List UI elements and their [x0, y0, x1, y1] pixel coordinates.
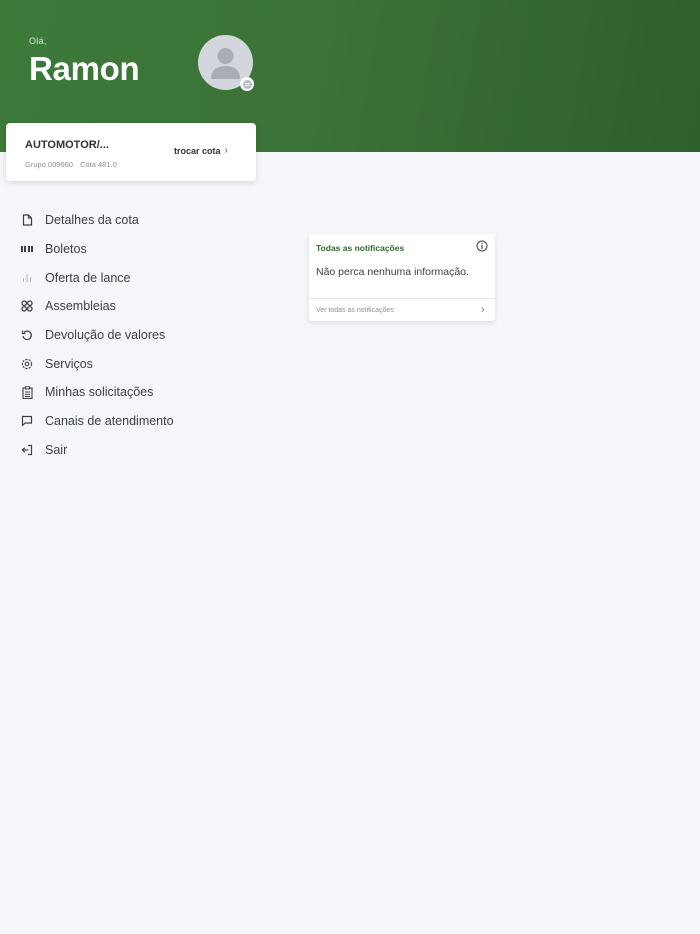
- menu-item-label: Minhas solicitações: [45, 385, 154, 400]
- switch-quota-link[interactable]: trocar cota ›: [174, 145, 228, 156]
- quota-meta: Grupo 009660 Cota 481.0: [25, 160, 117, 169]
- menu-item-detalhes-da-cota[interactable]: Detalhes da cota: [20, 206, 174, 235]
- chevron-right-icon: ›: [224, 145, 228, 156]
- notifications-title: Todas as notificações: [316, 243, 405, 253]
- menu-item-boletos[interactable]: Boletos: [20, 235, 174, 264]
- menu-item-devolucao-de-valores[interactable]: Devolução de valores: [20, 321, 174, 350]
- clipboard-icon: [20, 385, 34, 399]
- undo-icon: [20, 328, 34, 342]
- user-name: Ramon: [29, 50, 140, 87]
- menu-item-label: Devolução de valores: [45, 328, 166, 343]
- menu-item-label: Detalhes da cota: [45, 213, 139, 228]
- see-all-notifications-link[interactable]: Ver todas as notificações: [316, 307, 394, 314]
- logout-icon: [20, 443, 34, 457]
- menu-item-label: Serviços: [45, 356, 93, 371]
- menu-item-label: Canais de atendimento: [45, 414, 174, 429]
- group-number: Grupo 009660: [25, 160, 73, 169]
- quota-number: Cota 481.0: [80, 160, 117, 169]
- menu-item-assembleias[interactable]: Assembleias: [20, 292, 174, 321]
- switch-quota-label: trocar cota: [174, 145, 221, 156]
- notifications-message: Não perca nenhuma informação.: [316, 266, 469, 278]
- barcode-icon: [20, 242, 34, 256]
- quota-card: AUTOMOTOR/... Grupo 009660 Cota 481.0 tr…: [6, 123, 256, 181]
- edit-icon: [242, 79, 252, 89]
- menu-item-minhas-solicitacoes[interactable]: Minhas solicitações: [20, 378, 174, 407]
- menu-item-sair[interactable]: Sair: [20, 436, 174, 465]
- menu-item-label: Boletos: [45, 242, 87, 257]
- quota-title: AUTOMOTOR/...: [25, 139, 109, 151]
- side-menu: Detalhes da cota Boletos Oferta de lance…: [20, 206, 174, 464]
- divider: [309, 298, 495, 299]
- gear-icon: [20, 357, 34, 371]
- chat-icon: [20, 414, 34, 428]
- menu-item-label: Assembleias: [45, 299, 116, 314]
- notifications-card: Todas as notificações Não perca nenhuma …: [309, 234, 495, 321]
- avatar-edit-badge[interactable]: [240, 77, 254, 91]
- menu-item-servicos[interactable]: Serviços: [20, 349, 174, 378]
- info-icon[interactable]: [476, 239, 488, 252]
- menu-item-label: Oferta de lance: [45, 270, 131, 285]
- menu-item-canais-de-atendimento[interactable]: Canais de atendimento: [20, 407, 174, 436]
- document-icon: [20, 213, 34, 227]
- greeting-text: Olá,: [29, 36, 47, 46]
- cluster-icon: [20, 299, 34, 313]
- bar-chart-icon: [20, 271, 34, 285]
- menu-item-label: Sair: [45, 442, 68, 457]
- menu-item-oferta-de-lance[interactable]: Oferta de lance: [20, 263, 174, 292]
- chevron-right-icon[interactable]: ›: [481, 304, 485, 316]
